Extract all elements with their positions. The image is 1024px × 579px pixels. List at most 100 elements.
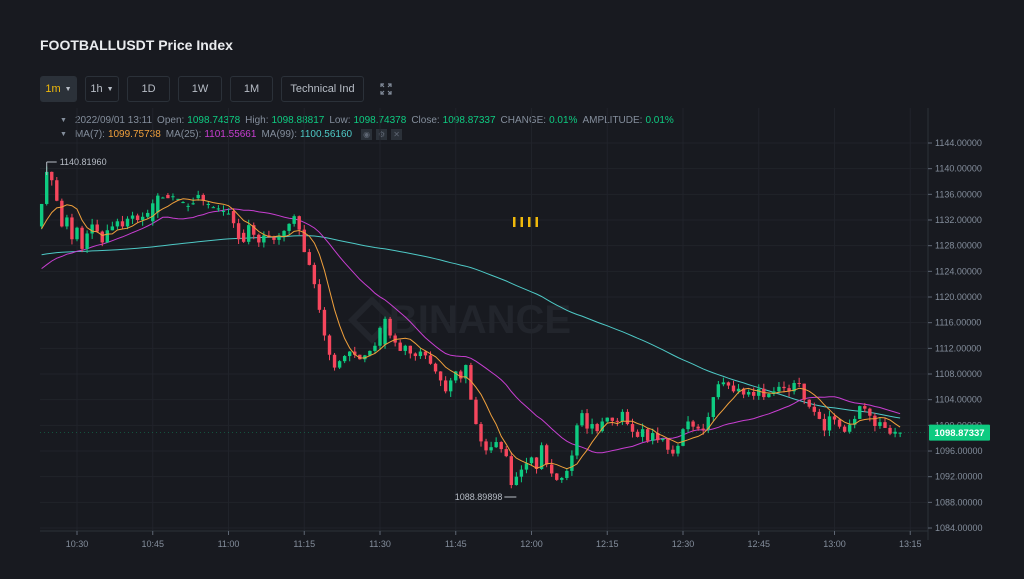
x-tick-label: 11:45 (445, 539, 467, 549)
candle (575, 423, 579, 460)
candle-body (60, 200, 64, 227)
candle-body (181, 202, 185, 204)
candle (494, 437, 498, 448)
candle-body (746, 391, 751, 395)
candle-body (166, 194, 170, 199)
candle-body (80, 227, 84, 249)
candle-body (146, 212, 150, 217)
candle-body (489, 447, 493, 451)
candle (534, 457, 539, 474)
candle-body (651, 433, 655, 441)
candle-body (383, 318, 387, 345)
candle (140, 212, 145, 226)
candle-body (151, 203, 155, 222)
candle-body (247, 225, 251, 242)
candle-body (731, 385, 736, 392)
candle (378, 326, 382, 350)
candle-body (161, 197, 165, 199)
candle-body (135, 215, 140, 221)
candle-body (691, 421, 695, 427)
candle (524, 457, 529, 474)
candle (50, 171, 54, 186)
candle-body (388, 318, 392, 336)
candle-body (802, 383, 806, 400)
y-tick-label: 1132.00000 (935, 215, 982, 225)
candle (418, 348, 423, 359)
candle (595, 422, 599, 434)
y-tick-label: 1096.00000 (935, 446, 983, 456)
candle-body (423, 351, 428, 356)
candle (236, 218, 241, 245)
candle-body (777, 386, 781, 392)
candle-body (550, 464, 554, 474)
candle-body (171, 196, 175, 198)
candle (292, 214, 296, 227)
candle-body (524, 463, 529, 470)
candle (60, 198, 64, 228)
loading-bar (528, 217, 531, 227)
candle (782, 381, 786, 393)
candle-body (413, 353, 418, 357)
candle-body (408, 345, 412, 354)
loading-indicator (513, 217, 538, 227)
candle (792, 380, 796, 395)
candle-body (110, 226, 115, 231)
candle-body (645, 429, 650, 441)
candle-body (661, 438, 665, 441)
candle-body (438, 371, 443, 381)
candle-body (827, 416, 832, 431)
candle-body (701, 428, 705, 430)
candle-body (322, 309, 327, 336)
x-tick-label: 10:45 (141, 539, 164, 549)
candle-body (782, 386, 786, 389)
candle (408, 345, 412, 359)
candle-body (610, 417, 614, 421)
x-tick-label: 12:30 (672, 539, 695, 549)
candle (363, 354, 367, 363)
candle-body (105, 230, 109, 243)
candle-body (716, 384, 721, 398)
candle-body (332, 354, 337, 368)
candle (767, 393, 771, 398)
candle (413, 352, 418, 361)
min-price-label: 1088.89898 (455, 492, 503, 502)
candle (504, 446, 508, 458)
y-tick-label: 1116.00000 (935, 318, 981, 328)
candle-body (529, 457, 534, 464)
candle-body (211, 207, 216, 209)
candle-body (433, 363, 438, 372)
candle (201, 193, 205, 206)
y-tick-label: 1108.00000 (935, 369, 982, 379)
price-chart[interactable]: BINANCE 1144.000001140.000001136.0000011… (0, 0, 1024, 579)
candle (529, 456, 534, 465)
candle-body (519, 469, 524, 477)
candle (746, 389, 751, 397)
candle (570, 450, 574, 476)
candle (691, 419, 695, 432)
candle-body (312, 264, 317, 285)
candle-body (858, 406, 862, 419)
candle (135, 213, 140, 223)
candle (342, 355, 347, 364)
candle-body (555, 473, 559, 480)
candle-body (676, 445, 680, 454)
candle-body (373, 345, 377, 351)
candle (287, 223, 291, 235)
y-tick-label: 1124.00000 (935, 266, 982, 276)
candle-body (443, 380, 448, 392)
candle (635, 429, 640, 438)
candle (252, 222, 256, 240)
candle (560, 477, 564, 483)
candle-body (832, 416, 837, 420)
candle (146, 209, 150, 219)
candle (666, 438, 670, 454)
candle-body (585, 413, 589, 429)
candle (590, 418, 594, 435)
candle-body (307, 252, 311, 265)
candle (181, 201, 185, 204)
x-tick-label: 11:00 (218, 539, 240, 549)
candle (312, 262, 317, 289)
x-tick-label: 12:00 (520, 539, 543, 549)
candle (580, 409, 584, 427)
candle-body (186, 205, 190, 207)
